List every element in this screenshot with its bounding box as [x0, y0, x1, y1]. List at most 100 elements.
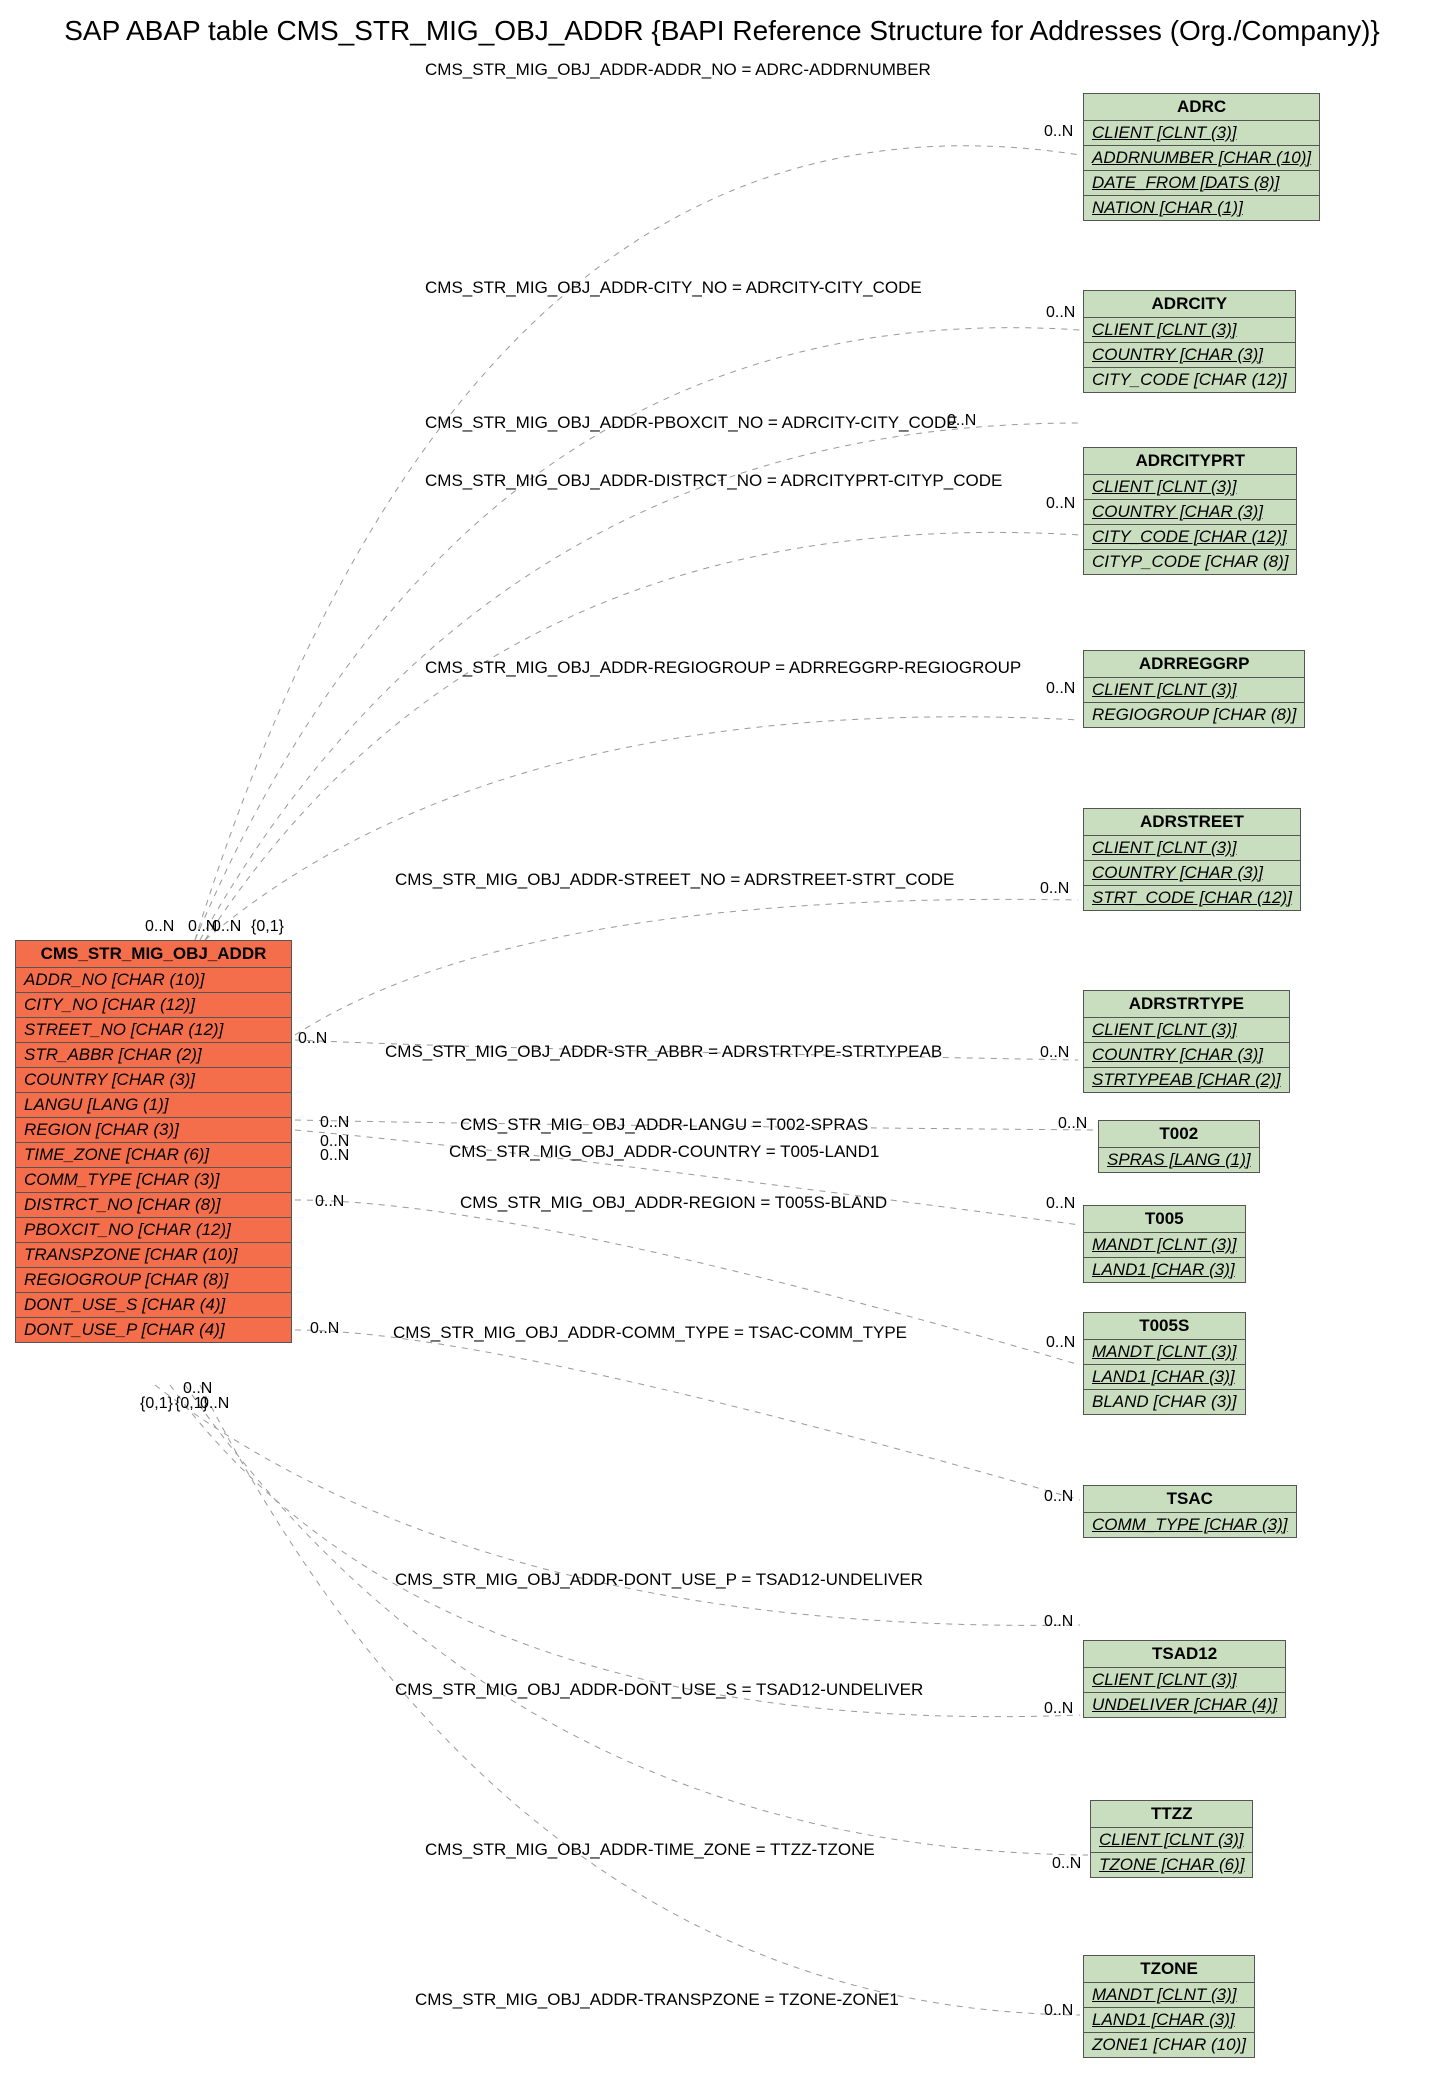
main-field: STREET_NO [CHAR (12)]: [16, 1018, 291, 1043]
rel-label: CMS_STR_MIG_OBJ_ADDR-TRANSPZONE = TZONE-…: [415, 1990, 899, 2010]
ref-name: ADRC: [1084, 94, 1319, 121]
rel-label: CMS_STR_MIG_OBJ_ADDR-CITY_NO = ADRCITY-C…: [425, 278, 922, 298]
ref-field: COMM_TYPE [CHAR (3)]: [1084, 1513, 1296, 1537]
ref-name: ADRCITY: [1084, 291, 1295, 318]
card-right: 0..N: [1058, 1115, 1087, 1133]
card-right: 0..N: [1046, 680, 1075, 698]
ref-entity-T005: T005 MANDT [CLNT (3)] LAND1 [CHAR (3)]: [1083, 1205, 1246, 1283]
ref-entity-TZONE: TZONE MANDT [CLNT (3)] LAND1 [CHAR (3)] …: [1083, 1955, 1255, 2058]
ref-entity-ADRSTRTYPE: ADRSTRTYPE CLIENT [CLNT (3)] COUNTRY [CH…: [1083, 990, 1290, 1093]
ref-field: MANDT [CLNT (3)]: [1084, 1340, 1245, 1365]
rel-label: CMS_STR_MIG_OBJ_ADDR-ADDR_NO = ADRC-ADDR…: [425, 60, 931, 80]
ref-entity-T005S: T005S MANDT [CLNT (3)] LAND1 [CHAR (3)] …: [1083, 1312, 1246, 1415]
ref-field: REGIOGROUP [CHAR (8)]: [1084, 703, 1304, 727]
rel-label: CMS_STR_MIG_OBJ_ADDR-COMM_TYPE = TSAC-CO…: [393, 1323, 907, 1343]
ref-name: T005: [1084, 1206, 1245, 1233]
ref-name: TZONE: [1084, 1956, 1254, 1983]
card-right: 0..N: [1046, 1334, 1075, 1352]
ref-field: COUNTRY [CHAR (3)]: [1084, 861, 1300, 886]
ref-name: ADRSTREET: [1084, 809, 1300, 836]
ref-field: COUNTRY [CHAR (3)]: [1084, 1043, 1289, 1068]
ref-field: CLIENT [CLNT (3)]: [1084, 475, 1296, 500]
main-field: TRANSPZONE [CHAR (10)]: [16, 1243, 291, 1268]
ref-field: LAND1 [CHAR (3)]: [1084, 2008, 1254, 2033]
ref-field: MANDT [CLNT (3)]: [1084, 1233, 1245, 1258]
main-field: PBOXCIT_NO [CHAR (12)]: [16, 1218, 291, 1243]
card-left: 0..N: [320, 1147, 349, 1165]
ref-name: T002: [1099, 1121, 1259, 1148]
ref-field: CLIENT [CLNT (3)]: [1084, 318, 1295, 343]
ref-field: STRT_CODE [CHAR (12)]: [1084, 886, 1300, 910]
card-right: 0..N: [947, 412, 976, 430]
card-left: {0,1}: [140, 1395, 173, 1413]
card-right: 0..N: [1040, 880, 1069, 898]
ref-field: BLAND [CHAR (3)]: [1084, 1390, 1245, 1414]
rel-label: CMS_STR_MIG_OBJ_ADDR-TIME_ZONE = TTZZ-TZ…: [425, 1840, 875, 1860]
main-field: DISTRCT_NO [CHAR (8)]: [16, 1193, 291, 1218]
ref-name: TSAD12: [1084, 1641, 1285, 1668]
card-right: 0..N: [1046, 495, 1075, 513]
main-field: STR_ABBR [CHAR (2)]: [16, 1043, 291, 1068]
ref-field: CLIENT [CLNT (3)]: [1084, 836, 1300, 861]
card-right: 0..N: [1044, 2002, 1073, 2020]
main-field: REGION [CHAR (3)]: [16, 1118, 291, 1143]
rel-label: CMS_STR_MIG_OBJ_ADDR-DONT_USE_P = TSAD12…: [395, 1570, 923, 1590]
ref-entity-ADRC: ADRC CLIENT [CLNT (3)] ADDRNUMBER [CHAR …: [1083, 93, 1320, 221]
card-left: 0..N: [298, 1030, 327, 1048]
ref-entity-TTZZ: TTZZ CLIENT [CLNT (3)] TZONE [CHAR (6)]: [1090, 1800, 1253, 1878]
ref-name: ADRSTRTYPE: [1084, 991, 1289, 1018]
card-right: 0..N: [1040, 1044, 1069, 1062]
rel-label: CMS_STR_MIG_OBJ_ADDR-DISTRCT_NO = ADRCIT…: [425, 471, 1002, 491]
main-field: ADDR_NO [CHAR (10)]: [16, 968, 291, 993]
ref-field: CLIENT [CLNT (3)]: [1084, 1668, 1285, 1693]
rel-label: CMS_STR_MIG_OBJ_ADDR-DONT_USE_S = TSAD12…: [395, 1680, 923, 1700]
ref-entity-ADRCITYPRT: ADRCITYPRT CLIENT [CLNT (3)] COUNTRY [CH…: [1083, 447, 1297, 575]
card-left: 0..N: [212, 918, 241, 936]
main-field: LANGU [LANG (1)]: [16, 1093, 291, 1118]
ref-name: TSAC: [1084, 1486, 1296, 1513]
main-field: TIME_ZONE [CHAR (6)]: [16, 1143, 291, 1168]
card-left: 0..N: [320, 1114, 349, 1132]
ref-entity-T002: T002 SPRAS [LANG (1)]: [1098, 1120, 1260, 1173]
card-left: 0..N: [145, 918, 174, 936]
ref-name: ADRREGGRP: [1084, 651, 1304, 678]
ref-field: CLIENT [CLNT (3)]: [1084, 1018, 1289, 1043]
ref-field: COUNTRY [CHAR (3)]: [1084, 343, 1295, 368]
ref-field: DATE_FROM [DATS (8)]: [1084, 171, 1319, 196]
card-left: 0..N: [183, 1380, 212, 1398]
ref-field: ADDRNUMBER [CHAR (10)]: [1084, 146, 1319, 171]
ref-field: CLIENT [CLNT (3)]: [1084, 121, 1319, 146]
ref-field: CITY_CODE [CHAR (12)]: [1084, 368, 1295, 392]
main-field: COMM_TYPE [CHAR (3)]: [16, 1168, 291, 1193]
rel-label: CMS_STR_MIG_OBJ_ADDR-LANGU = T002-SPRAS: [460, 1115, 868, 1135]
card-right: 0..N: [1044, 1613, 1073, 1631]
main-field: CITY_NO [CHAR (12)]: [16, 993, 291, 1018]
ref-field: LAND1 [CHAR (3)]: [1084, 1365, 1245, 1390]
ref-field: NATION [CHAR (1)]: [1084, 196, 1319, 220]
main-field: REGIOGROUP [CHAR (8)]: [16, 1268, 291, 1293]
rel-label: CMS_STR_MIG_OBJ_ADDR-STREET_NO = ADRSTRE…: [395, 870, 954, 890]
ref-field: COUNTRY [CHAR (3)]: [1084, 500, 1296, 525]
card-right: 0..N: [1044, 1700, 1073, 1718]
ref-entity-ADRCITY: ADRCITY CLIENT [CLNT (3)] COUNTRY [CHAR …: [1083, 290, 1296, 393]
card-right: 0..N: [1044, 123, 1073, 141]
ref-name: T005S: [1084, 1313, 1245, 1340]
card-right: 0..N: [1046, 304, 1075, 322]
ref-entity-TSAC: TSAC COMM_TYPE [CHAR (3)]: [1083, 1485, 1297, 1538]
card-right: 0..N: [1046, 1195, 1075, 1213]
ref-field: LAND1 [CHAR (3)]: [1084, 1258, 1245, 1282]
ref-field: CLIENT [CLNT (3)]: [1084, 678, 1304, 703]
main-field: DONT_USE_P [CHAR (4)]: [16, 1318, 291, 1342]
ref-entity-TSAD12: TSAD12 CLIENT [CLNT (3)] UNDELIVER [CHAR…: [1083, 1640, 1286, 1718]
ref-entity-ADRSTREET: ADRSTREET CLIENT [CLNT (3)] COUNTRY [CHA…: [1083, 808, 1301, 911]
main-field: COUNTRY [CHAR (3)]: [16, 1068, 291, 1093]
rel-label: CMS_STR_MIG_OBJ_ADDR-REGION = T005S-BLAN…: [460, 1193, 887, 1213]
main-entity-name: CMS_STR_MIG_OBJ_ADDR: [16, 941, 291, 968]
rel-label: CMS_STR_MIG_OBJ_ADDR-COUNTRY = T005-LAND…: [449, 1142, 879, 1162]
rel-label: CMS_STR_MIG_OBJ_ADDR-STR_ABBR = ADRSTRTY…: [385, 1042, 942, 1062]
card-left: 0..N: [310, 1320, 339, 1338]
main-entity: CMS_STR_MIG_OBJ_ADDR ADDR_NO [CHAR (10)]…: [15, 940, 292, 1343]
ref-field: CITY_CODE [CHAR (12)]: [1084, 525, 1296, 550]
ref-field: UNDELIVER [CHAR (4)]: [1084, 1693, 1285, 1717]
card-left: 0..N: [315, 1193, 344, 1211]
